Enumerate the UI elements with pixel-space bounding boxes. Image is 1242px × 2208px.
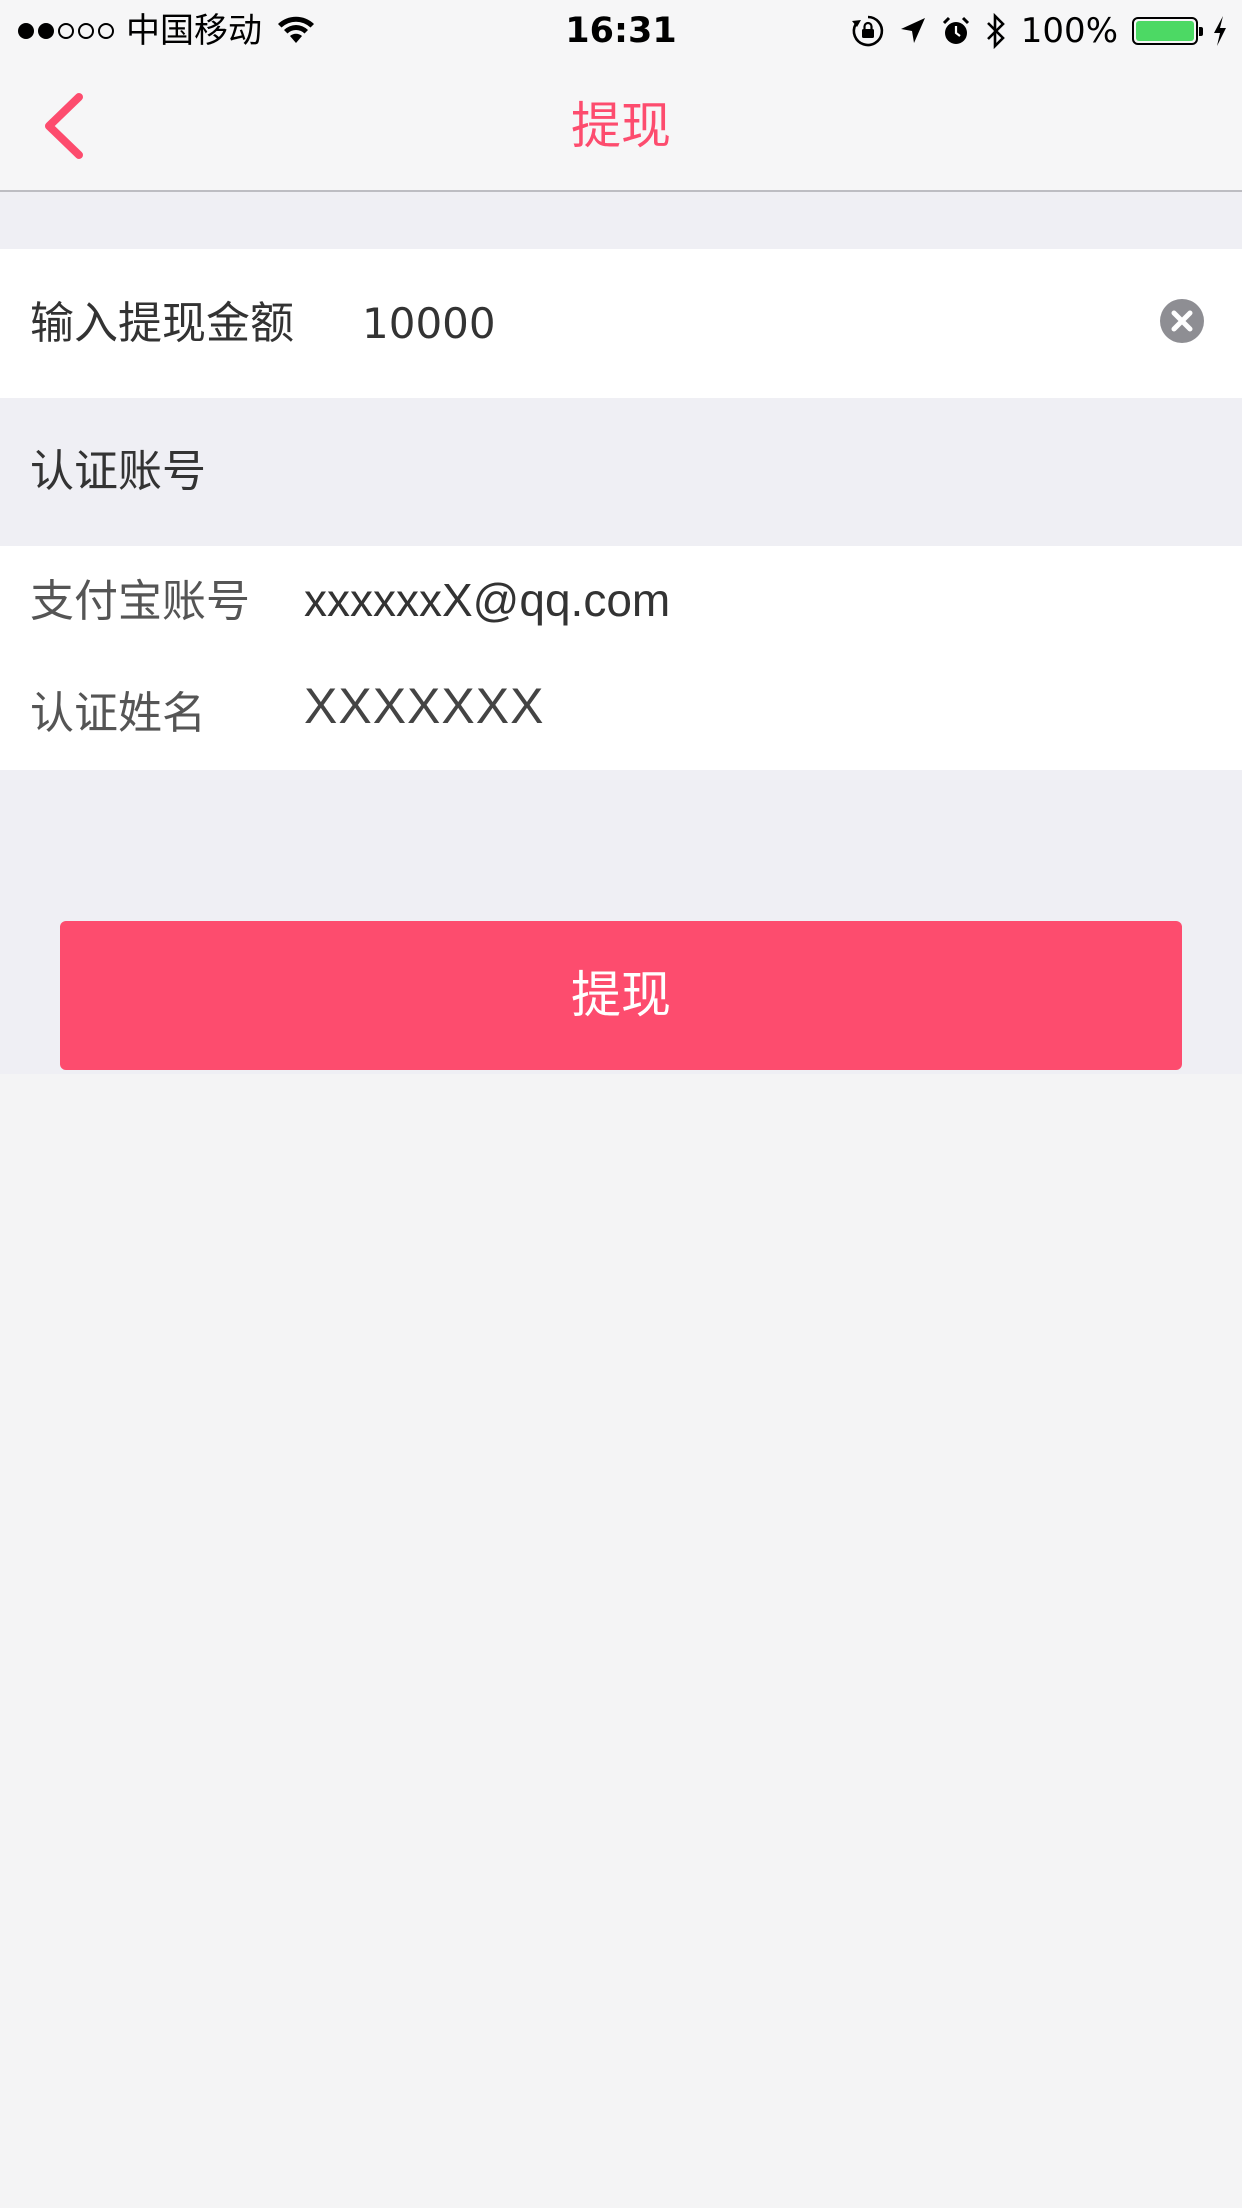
alipay-account-value: xxxxxxX@qq.com	[304, 574, 671, 626]
section-spacer	[0, 192, 1242, 249]
account-section-title: 认证账号	[30, 446, 206, 497]
battery-percent: 100%	[1020, 11, 1118, 51]
withdraw-button[interactable]: 提现	[60, 921, 1182, 1070]
account-info: 支付宝账号 xxxxxxX@qq.com 认证姓名 XXXXXXX	[0, 546, 1242, 770]
submit-area: 提现	[0, 770, 1242, 1074]
alarm-icon	[942, 16, 969, 44]
verified-name-label: 认证姓名	[30, 688, 206, 739]
clear-circle-icon	[1171, 310, 1193, 332]
status-right: 100%	[851, 8, 1228, 54]
amount-label: 输入提现金额	[30, 298, 294, 349]
bluetooth-icon	[986, 13, 1005, 49]
chevron-left-icon	[45, 93, 83, 159]
charging-bolt-icon	[1214, 16, 1226, 46]
battery-cap	[1199, 27, 1203, 36]
rotation-lock-icon	[851, 15, 883, 47]
status-bar: 中国移动 16:31 100%	[0, 0, 1242, 62]
location-arrow-icon	[900, 18, 925, 43]
withdraw-screen: 中国移动 16:31 100% 提现 输入提现金额 10000 认证账号 支付宝…	[0, 0, 1242, 2208]
battery-fill	[1136, 21, 1194, 41]
navigation-bar: 提现	[0, 62, 1242, 192]
back-button[interactable]	[28, 90, 98, 162]
alipay-account-label: 支付宝账号	[30, 576, 250, 627]
page-title: 提现	[571, 97, 671, 155]
clear-amount-button[interactable]	[1160, 299, 1204, 343]
amount-row: 输入提现金额	[0, 249, 1242, 398]
verified-name-value: XXXXXXX	[304, 678, 545, 734]
account-section-header: 认证账号	[0, 398, 1242, 546]
battery-icon	[1132, 17, 1203, 45]
amount-input[interactable]	[362, 293, 1142, 353]
